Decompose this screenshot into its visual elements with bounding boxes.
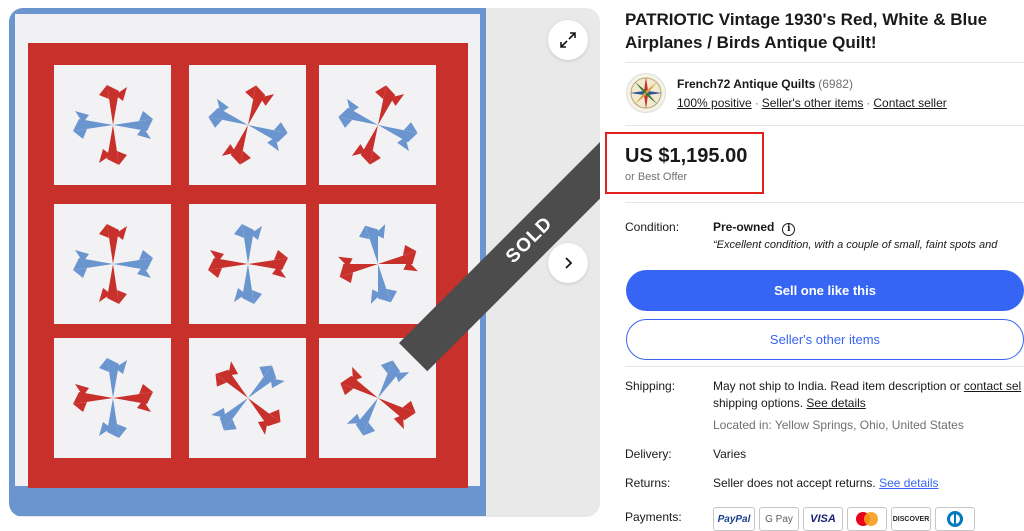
- contact-seller-shipping-link[interactable]: contact sel: [964, 379, 1021, 393]
- quilt-block: [189, 65, 306, 185]
- returns-label: Returns:: [625, 476, 671, 490]
- returns-value: Seller does not accept returns.: [713, 476, 876, 490]
- divider: [625, 202, 1024, 203]
- listing-title: PATRIOTIC Vintage 1930's Red, White & Bl…: [625, 10, 988, 52]
- shipping-line-1: May not ship to India. Read item descrip…: [713, 379, 1021, 393]
- payment-methods: PayPal G Pay VISA DISCOVER: [713, 507, 975, 531]
- condition-value: Pre-owned: [713, 220, 775, 234]
- shipping-options-text: shipping options.: [713, 396, 804, 410]
- divider: [625, 125, 1024, 126]
- mastercard-badge: [847, 507, 887, 531]
- separator: ·: [866, 96, 871, 110]
- delivery-value: Varies: [713, 447, 747, 461]
- pinwheel-motif: [72, 358, 153, 438]
- pinwheel-motif: [72, 85, 153, 165]
- shipping-label: Shipping:: [625, 379, 676, 393]
- seller-name-text[interactable]: French72 Antique Quilts: [677, 77, 815, 91]
- returns-row: Seller does not accept returns. See deta…: [713, 476, 938, 490]
- pinwheel-motif: [327, 348, 428, 448]
- image-gallery[interactable]: SOLD: [9, 8, 600, 517]
- quilt-block: [54, 204, 171, 324]
- paypal-badge: PayPal: [713, 507, 755, 531]
- condition-quote: “Excellent condition, with a couple of s…: [713, 239, 998, 251]
- info-icon[interactable]: i: [782, 223, 796, 236]
- compass-star-logo-icon: [630, 77, 662, 109]
- divider: [625, 366, 1024, 367]
- google-pay-badge: G Pay: [759, 507, 799, 531]
- seller-links: 100% positive · Seller's other items · Conta…: [677, 96, 947, 110]
- diners-club-icon: [947, 511, 963, 527]
- quilt-block: [189, 204, 306, 324]
- chevron-right-icon: [565, 257, 573, 269]
- seller-other-items-button[interactable]: Seller's other items: [626, 319, 1024, 360]
- divider: [625, 62, 1024, 63]
- positive-feedback-link[interactable]: 100% positive: [677, 96, 752, 110]
- shipping-see-details-link[interactable]: See details: [806, 396, 865, 410]
- best-offer-text: or Best Offer: [625, 171, 688, 183]
- pinwheel-motif: [327, 75, 428, 175]
- feedback-count: (6982): [818, 77, 853, 91]
- quilt-block: [54, 65, 171, 185]
- pinwheel-motif: [197, 75, 298, 175]
- sell-one-like-this-button[interactable]: Sell one like this: [626, 270, 1024, 311]
- pinwheel-motif: [207, 224, 288, 304]
- pinwheel-motif: [331, 217, 424, 311]
- quilt-block: [319, 204, 436, 324]
- pinwheel-motif: [197, 348, 298, 448]
- payments-label: Payments:: [625, 510, 682, 524]
- expand-button[interactable]: [548, 20, 588, 60]
- visa-badge: VISA: [803, 507, 843, 531]
- quilt-block: [54, 338, 171, 458]
- delivery-label: Delivery:: [625, 447, 672, 461]
- price: US $1,195.00: [625, 145, 748, 167]
- next-image-button[interactable]: [548, 243, 588, 283]
- seller-avatar[interactable]: [626, 73, 666, 113]
- condition-value-row: Pre-owned i: [713, 220, 796, 236]
- condition-label: Condition:: [625, 220, 680, 234]
- discover-badge: DISCOVER: [891, 507, 931, 531]
- quilt-photo: [9, 8, 486, 516]
- quilt-block: [189, 338, 306, 458]
- separator: ·: [754, 96, 759, 110]
- item-location: Located in: Yellow Springs, Ohio, United…: [713, 418, 964, 432]
- shipping-line-2: shipping options. See details: [713, 396, 866, 410]
- expand-icon: [560, 32, 576, 48]
- quilt-block: [319, 65, 436, 185]
- pinwheel-motif: [72, 224, 153, 304]
- seller-other-items-link[interactable]: Seller's other items: [762, 96, 864, 110]
- returns-see-details-link[interactable]: See details: [879, 476, 938, 490]
- diners-badge: [935, 507, 975, 531]
- seller-name[interactable]: French72 Antique Quilts (6982): [677, 77, 853, 91]
- shipping-text: May not ship to India. Read item descrip…: [713, 379, 961, 393]
- contact-seller-link[interactable]: Contact seller: [873, 96, 946, 110]
